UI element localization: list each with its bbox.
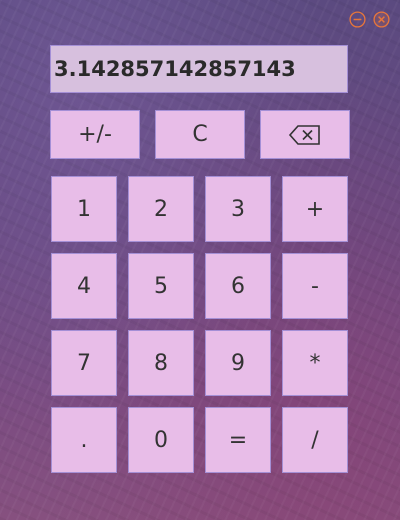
divide-button[interactable]: /	[282, 407, 348, 473]
result-display: 3.142857142857143	[50, 45, 348, 93]
key-label: 8	[154, 350, 168, 376]
key-label: 4	[77, 273, 91, 299]
key-label: 9	[231, 350, 245, 376]
digit-0-button[interactable]: 0	[128, 407, 194, 473]
key-label: *	[309, 350, 321, 376]
key-label: /	[311, 427, 319, 453]
backspace-icon	[288, 124, 322, 146]
close-circle-icon[interactable]	[373, 11, 390, 28]
window-controls	[349, 11, 390, 28]
equals-button[interactable]: =	[205, 407, 271, 473]
key-label: 6	[231, 273, 245, 299]
backspace-button[interactable]	[260, 110, 350, 159]
key-label: .	[80, 427, 88, 453]
clear-button[interactable]: C	[155, 110, 245, 159]
digit-7-button[interactable]: 7	[51, 330, 117, 396]
digit-3-button[interactable]: 3	[205, 176, 271, 242]
decimal-button[interactable]: .	[51, 407, 117, 473]
calculator-window: 3.142857142857143 +/- C 1 2 3 + 4 5 6 - …	[0, 0, 400, 520]
key-label: -	[311, 273, 319, 299]
key-label: 3	[231, 196, 245, 222]
digit-2-button[interactable]: 2	[128, 176, 194, 242]
minimize-circle-icon[interactable]	[349, 11, 366, 28]
clear-button-label: C	[192, 122, 208, 147]
key-label: 5	[154, 273, 168, 299]
key-label: 2	[154, 196, 168, 222]
digit-9-button[interactable]: 9	[205, 330, 271, 396]
key-label: +	[305, 196, 325, 222]
subtract-button[interactable]: -	[282, 253, 348, 319]
digit-8-button[interactable]: 8	[128, 330, 194, 396]
digit-1-button[interactable]: 1	[51, 176, 117, 242]
multiply-button[interactable]: *	[282, 330, 348, 396]
negate-button-label: +/-	[78, 122, 112, 147]
digit-4-button[interactable]: 4	[51, 253, 117, 319]
digit-5-button[interactable]: 5	[128, 253, 194, 319]
negate-button[interactable]: +/-	[50, 110, 140, 159]
key-label: =	[228, 427, 248, 453]
key-label: 0	[154, 427, 168, 453]
display-value: 3.142857142857143	[54, 57, 296, 81]
key-label: 1	[77, 196, 91, 222]
add-button[interactable]: +	[282, 176, 348, 242]
digit-6-button[interactable]: 6	[205, 253, 271, 319]
key-label: 7	[77, 350, 91, 376]
